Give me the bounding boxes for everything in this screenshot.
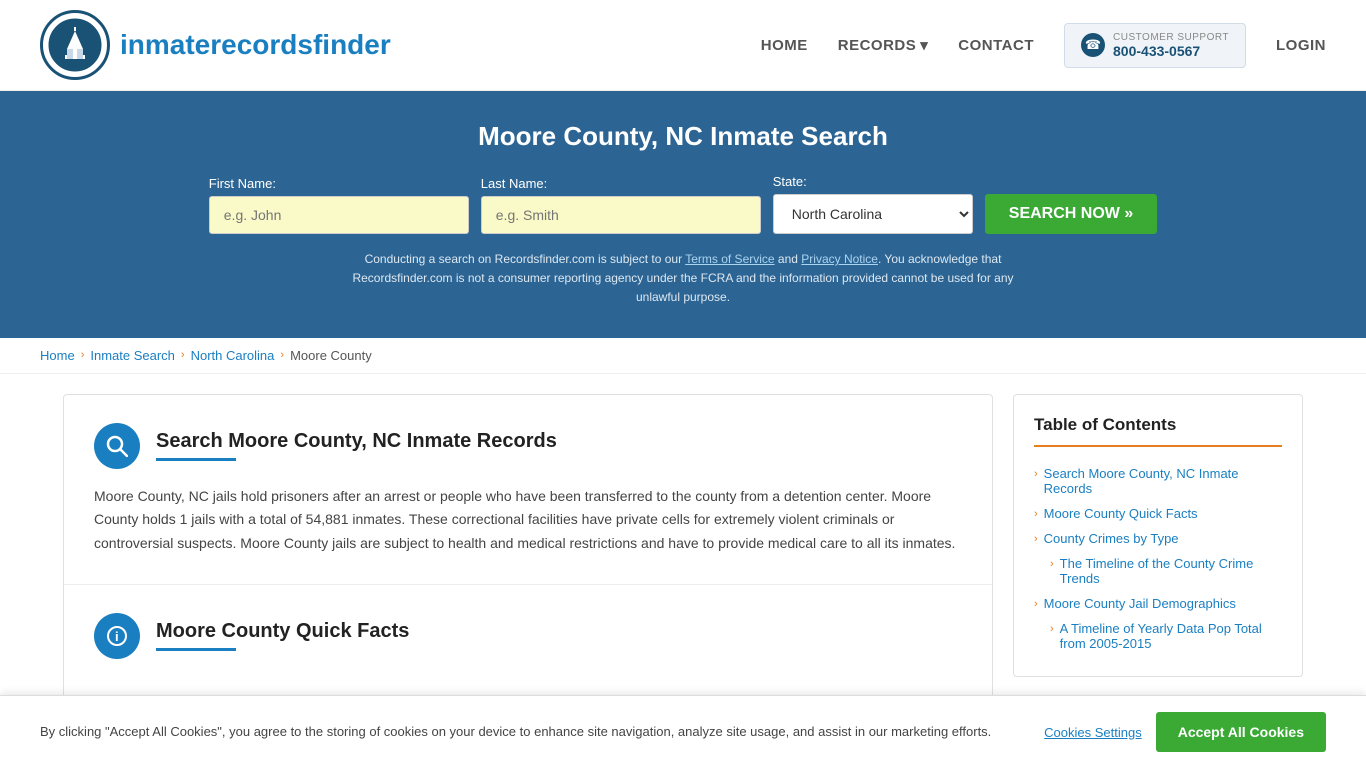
first-name-group: First Name: [209,176,469,234]
toc-chevron-3: › [1034,533,1038,545]
breadcrumb-sep-3: › [280,349,284,361]
logo-text: inmaterecordsfinder [120,29,391,61]
breadcrumb-current: Moore County [290,348,372,363]
breadcrumb-sep-1: › [81,349,85,361]
breadcrumb: Home › Inmate Search › North Carolina › … [0,338,1366,374]
toc-chevron-5: › [1034,598,1038,610]
toc-item-5[interactable]: › Moore County Jail Demographics [1034,591,1282,616]
records-chevron-icon [920,36,928,54]
toc-title: Table of Contents [1034,415,1282,435]
search-button[interactable]: SEARCH NOW » [985,194,1157,234]
main-nav: HOME RECORDS CONTACT ☎ CUSTOMER SUPPORT … [761,23,1326,68]
section-title-block-2: Moore County Quick Facts [156,620,409,651]
last-name-input[interactable] [481,196,761,234]
toc-item-3[interactable]: › County Crimes by Type [1034,526,1282,551]
article: Search Moore County, NC Inmate Records M… [63,394,993,704]
toc-item-1[interactable]: › Search Moore County, NC Inmate Records [1034,461,1282,501]
nav-records[interactable]: RECORDS [838,36,929,54]
privacy-link[interactable]: Privacy Notice [801,252,878,266]
section-title-block-1: Search Moore County, NC Inmate Records [156,430,557,461]
accept-cookies-button[interactable]: Accept All Cookies [1156,712,1326,752]
breadcrumb-inmate-search[interactable]: Inmate Search [90,348,175,363]
toc-chevron-4: › [1050,558,1054,570]
article-text-1: Moore County, NC jails hold prisoners af… [94,485,962,556]
phone-icon: ☎ [1081,33,1105,57]
search-icon [94,423,140,469]
state-label: State: [773,174,807,189]
customer-support-box[interactable]: ☎ CUSTOMER SUPPORT 800-433-0567 [1064,23,1246,68]
article-section-1: Search Moore County, NC Inmate Records M… [64,395,992,585]
section-underline-2 [156,648,236,651]
hero-disclaimer: Conducting a search on Recordsfinder.com… [333,250,1033,308]
sidebar: Table of Contents › Search Moore County,… [1013,394,1303,704]
last-name-group: Last Name: [481,176,761,234]
toc-item-4[interactable]: › The Timeline of the County Crime Trend… [1034,551,1282,591]
first-name-input[interactable] [209,196,469,234]
toc-chevron-1: › [1034,468,1038,480]
nav-contact[interactable]: CONTACT [958,37,1034,54]
site-header: inmaterecordsfinder HOME RECORDS CONTACT… [0,0,1366,91]
support-text: CUSTOMER SUPPORT 800-433-0567 [1113,32,1229,59]
toc-item-6[interactable]: › A Timeline of Yearly Data Pop Total fr… [1034,616,1282,656]
search-form: First Name: Last Name: State: North Caro… [40,174,1326,234]
section-title-1: Search Moore County, NC Inmate Records [156,430,557,453]
first-name-label: First Name: [209,176,276,191]
toc-item-2[interactable]: › Moore County Quick Facts [1034,501,1282,526]
cookies-settings-button[interactable]: Cookies Settings [1044,725,1142,740]
section-header-1: Search Moore County, NC Inmate Records [94,423,962,469]
hero-section: Moore County, NC Inmate Search First Nam… [0,91,1366,338]
article-section-2: i Moore County Quick Facts [64,585,992,703]
nav-home[interactable]: HOME [761,37,808,54]
toc-box: Table of Contents › Search Moore County,… [1013,394,1303,677]
logo-area: inmaterecordsfinder [40,10,391,80]
toc-chevron-2: › [1034,508,1038,520]
section-underline-1 [156,458,236,461]
state-select[interactable]: North Carolina Alabama Alaska Arizona Ca… [773,194,973,234]
cookie-banner: By clicking "Accept All Cookies", you ag… [0,695,1366,768]
nav-login[interactable]: LOGIN [1276,37,1326,54]
breadcrumb-sep-2: › [181,349,185,361]
logo-icon [40,10,110,80]
toc-chevron-6: › [1050,623,1054,635]
breadcrumb-state[interactable]: North Carolina [191,348,275,363]
breadcrumb-home[interactable]: Home [40,348,75,363]
state-group: State: North Carolina Alabama Alaska Ari… [773,174,973,234]
toc-divider [1034,445,1282,447]
info-icon: i [94,613,140,659]
cookie-actions: Cookies Settings Accept All Cookies [1044,712,1326,752]
hero-title: Moore County, NC Inmate Search [40,121,1326,152]
main-content: Search Moore County, NC Inmate Records M… [43,394,1323,704]
svg-text:i: i [115,629,119,644]
section-header-2: i Moore County Quick Facts [94,613,962,659]
cookie-text: By clicking "Accept All Cookies", you ag… [40,722,1024,742]
last-name-label: Last Name: [481,176,547,191]
terms-link[interactable]: Terms of Service [685,252,774,266]
section-title-2: Moore County Quick Facts [156,620,409,643]
